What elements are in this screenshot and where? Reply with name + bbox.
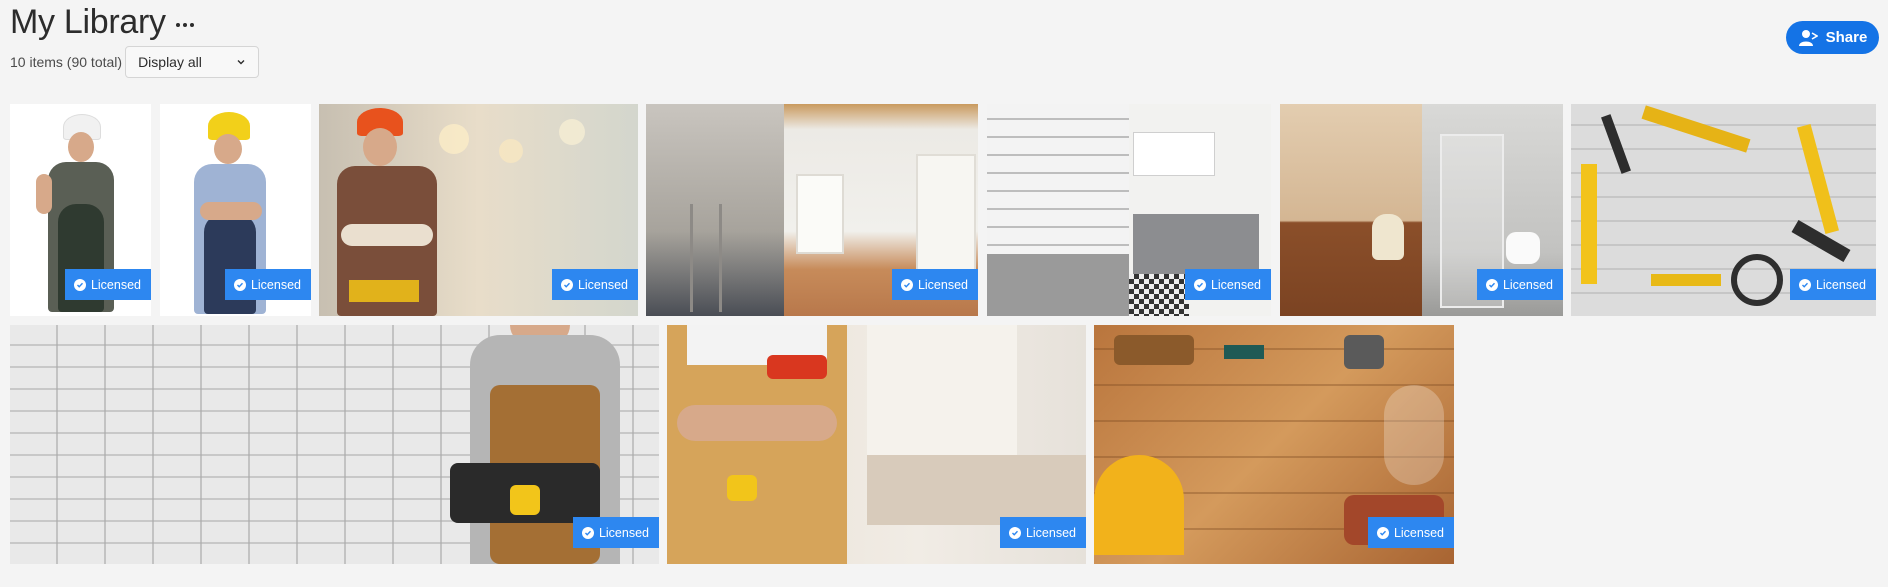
check-circle-icon (233, 278, 246, 291)
library-tile[interactable]: Licensed (646, 104, 978, 316)
check-circle-icon (1485, 278, 1498, 291)
title-row: My Library (10, 0, 259, 44)
licensed-badge: Licensed (891, 269, 978, 300)
licensed-badge: Licensed (1184, 269, 1271, 300)
library-tile[interactable]: Licensed (10, 325, 659, 564)
check-circle-icon (73, 278, 86, 291)
more-options-icon[interactable] (175, 23, 194, 27)
share-user-icon (1798, 29, 1818, 46)
licensed-badge: Licensed (224, 269, 311, 300)
licensed-label: Licensed (1210, 277, 1261, 292)
library-tile[interactable]: Licensed (987, 104, 1271, 316)
licensed-badge: Licensed (999, 517, 1086, 548)
licensed-label: Licensed (1815, 277, 1866, 292)
licensed-label: Licensed (1025, 525, 1076, 540)
library-tile[interactable]: Licensed (667, 325, 1086, 564)
licensed-label: Licensed (1393, 525, 1444, 540)
display-filter-value: Display all (138, 54, 202, 70)
licensed-label: Licensed (917, 277, 968, 292)
check-circle-icon (1193, 278, 1206, 291)
display-filter-select[interactable]: Display all (125, 46, 260, 78)
share-label: Share (1825, 29, 1868, 46)
licensed-label: Licensed (577, 277, 628, 292)
licensed-badge: Licensed (551, 269, 638, 300)
licensed-badge: Licensed (1367, 517, 1454, 548)
licensed-label: Licensed (250, 277, 301, 292)
worker-brick-wall-image (10, 325, 659, 564)
check-circle-icon (1798, 278, 1811, 291)
meta-row: 10 items (90 total) Display all (10, 46, 260, 78)
library-tile[interactable]: Licensed (1571, 104, 1876, 316)
library-tile[interactable]: Licensed (160, 104, 311, 316)
licensed-badge: Licensed (572, 517, 659, 548)
check-circle-icon (560, 278, 573, 291)
library-tile[interactable]: Licensed (1280, 104, 1563, 316)
page-title: My Library (10, 2, 166, 41)
library-tile[interactable]: Licensed (10, 104, 151, 316)
chevron-down-icon (237, 60, 245, 65)
licensed-badge: Licensed (1789, 269, 1876, 300)
library-tile[interactable]: Licensed (1094, 325, 1454, 564)
licensed-badge: Licensed (1476, 269, 1563, 300)
licensed-label: Licensed (598, 525, 649, 540)
check-circle-icon (1008, 526, 1021, 539)
item-count: 10 items (90 total) (10, 54, 123, 70)
licensed-label: Licensed (1502, 277, 1553, 292)
check-circle-icon (900, 278, 913, 291)
check-circle-icon (1376, 526, 1389, 539)
licensed-badge: Licensed (64, 269, 151, 300)
licensed-label: Licensed (90, 277, 141, 292)
library-header: My Library 10 items (90 total) Display a… (10, 0, 260, 78)
library-tile[interactable]: Licensed (319, 104, 638, 316)
share-button[interactable]: Share (1786, 21, 1879, 54)
check-circle-icon (581, 526, 594, 539)
